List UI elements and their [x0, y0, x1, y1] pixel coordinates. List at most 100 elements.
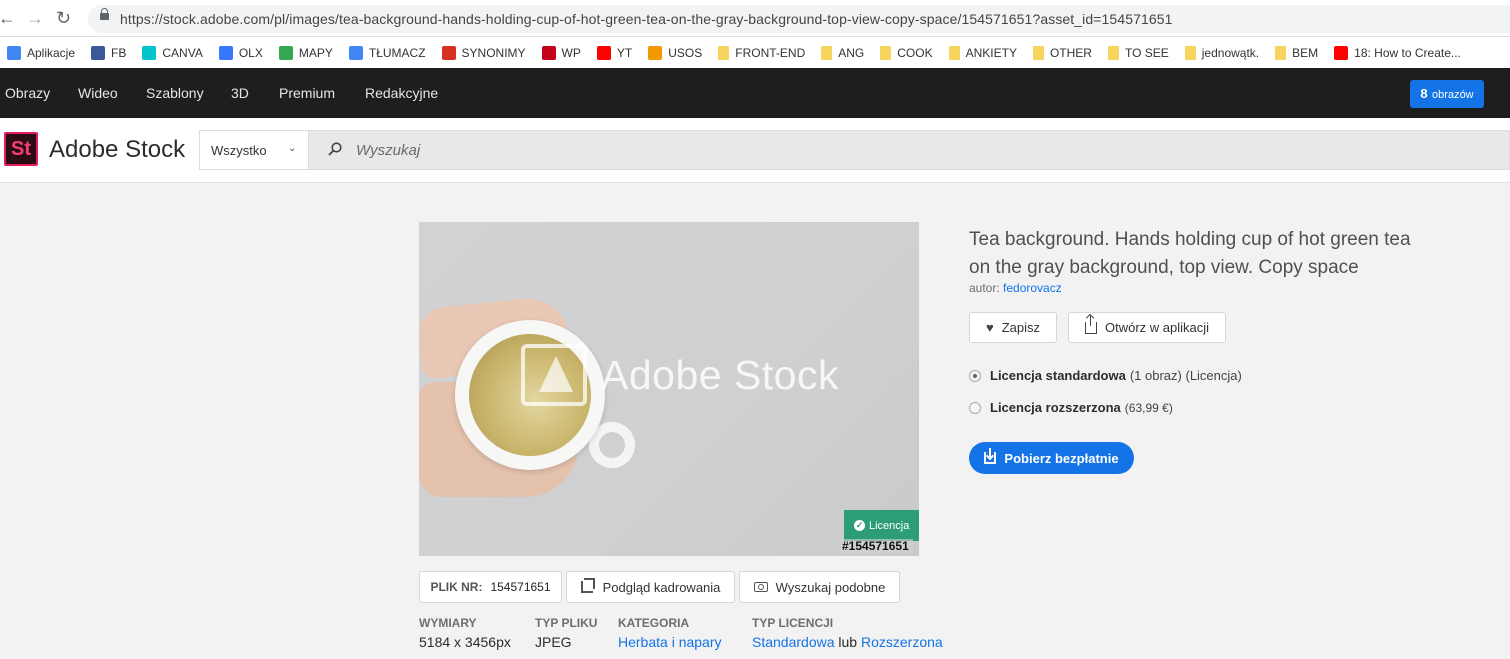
bookmark-item[interactable]: COOK — [873, 37, 941, 68]
bookmark-item[interactable]: BEM — [1268, 37, 1327, 68]
address-bar[interactable]: https://stock.adobe.com/pl/images/tea-ba… — [88, 5, 1510, 33]
olx-icon — [218, 45, 233, 60]
bookmark-item[interactable]: FRONT-END — [711, 37, 814, 68]
radio-button[interactable] — [969, 369, 981, 382]
bookmarks-bar: Aplikacje FB CANVA OLX MAPY TŁUMACZ SYNONIMY WP… — [0, 37, 1510, 68]
license-name: Licencja rozszerzona — [990, 400, 1121, 415]
save-button[interactable]: ♥ Zapisz — [969, 312, 1057, 343]
category-heading: KATEGORIA — [618, 616, 690, 630]
extended-license-link[interactable]: Rozszerzona — [861, 634, 943, 650]
bookmark-item[interactable]: CANVA — [135, 37, 211, 68]
back-arrow-icon[interactable]: ← — [0, 9, 16, 27]
bookmark-label: WP — [561, 45, 581, 60]
camera-icon — [753, 582, 768, 592]
share-icon — [1084, 315, 1097, 334]
file-type-value: JPEG — [535, 634, 572, 650]
bookmark-item[interactable]: SYNONIMY — [435, 37, 535, 68]
chevron-down-icon: ⌄ — [288, 143, 297, 154]
license-option-extended[interactable]: Licencja rozszerzona (63,99 €) — [969, 400, 1173, 415]
bookmark-item[interactable]: jednowątk. — [1178, 37, 1268, 68]
nav-item-premium[interactable]: Premium — [279, 85, 335, 101]
watermark-text: Adobe Stock — [601, 351, 839, 398]
cart-button[interactable]: 8 obrazów — [1410, 80, 1484, 108]
crop-preview-label: Podgląd kadrowania — [602, 579, 721, 595]
search-scope-label: Wszystko — [211, 143, 267, 158]
bookmark-label: USOS — [668, 45, 703, 60]
license-badge-label: Licencja — [869, 519, 910, 532]
folder-icon — [880, 45, 892, 60]
bookmark-item[interactable]: OTHER — [1026, 37, 1101, 68]
dimensions-heading: WYMIARY — [419, 616, 477, 630]
folder-icon — [718, 45, 730, 60]
bookmark-item[interactable]: ANKIETY — [942, 37, 1026, 68]
bookmark-label: SYNONIMY — [461, 45, 526, 60]
canva-icon — [142, 45, 157, 60]
reload-icon[interactable]: ↻ — [56, 9, 71, 27]
bookmark-label: CANVA — [162, 45, 203, 60]
dimensions-value: 5184 x 3456px — [419, 634, 511, 650]
bookmark-label: OTHER — [1049, 45, 1092, 60]
file-number-box: PLIK NR: 154571651 — [419, 571, 562, 603]
folder-icon — [1184, 45, 1196, 60]
bookmark-item[interactable]: TO SEE — [1101, 37, 1178, 68]
nav-item-3d[interactable]: 3D — [231, 85, 249, 101]
license-extra: (Licencja) — [1185, 368, 1242, 383]
forward-arrow-icon[interactable]: → — [26, 9, 44, 27]
crop-icon — [580, 578, 595, 593]
file-type-heading: TYP PLIKU — [535, 616, 598, 630]
watermark: Adobe Stock — [521, 344, 839, 406]
asset-id-tag: #154571651 — [840, 539, 913, 553]
author-line: autor: fedorovacz — [969, 281, 1062, 295]
bookmark-item[interactable]: USOS — [641, 37, 711, 68]
wp-icon — [541, 45, 556, 60]
bookmark-label: TO SEE — [1124, 45, 1169, 60]
license-option-standard[interactable]: Licencja standardowa (1 obraz) (Licencja… — [969, 368, 1242, 383]
download-free-button[interactable]: Pobierz bezpłatnie — [969, 442, 1134, 474]
brand-name[interactable]: Adobe Stock — [49, 136, 185, 164]
youtube-icon — [596, 45, 611, 60]
heart-icon: ♥ — [985, 320, 994, 335]
bookmark-item[interactable]: OLX — [212, 37, 272, 68]
search-scope-select[interactable]: Wszystko ⌄ — [199, 130, 309, 170]
search-input[interactable] — [348, 131, 1498, 169]
download-label: Pobierz bezpłatnie — [1004, 450, 1119, 466]
lock-icon — [100, 8, 109, 20]
standard-license-link[interactable]: Standardowa — [752, 634, 835, 650]
youtube-icon — [1334, 45, 1349, 60]
open-in-app-button[interactable]: Otwórz w aplikacji — [1068, 312, 1226, 343]
bookmark-label: OLX — [238, 45, 263, 60]
crop-preview-button[interactable]: Podgląd kadrowania — [566, 571, 735, 603]
folder-icon — [821, 45, 833, 60]
bookmark-item[interactable]: TŁUMACZ — [342, 37, 435, 68]
bookmark-label: COOK — [897, 45, 933, 60]
folder-icon — [948, 45, 960, 60]
author-label: autor: — [969, 281, 1000, 295]
category-link[interactable]: Herbata i napary — [618, 634, 722, 650]
bookmark-item[interactable]: MAPY — [272, 37, 342, 68]
nav-item-szablony[interactable]: Szablony — [146, 85, 204, 101]
adobe-logo-icon — [521, 344, 587, 406]
open-in-app-label: Otwórz w aplikacji — [1104, 320, 1210, 335]
bookmark-item[interactable]: FB — [84, 37, 135, 68]
license-type-heading: TYP LICENCJI — [752, 616, 834, 630]
nav-item-obrazy[interactable]: Obrazy — [5, 85, 50, 101]
usos-icon — [648, 45, 663, 60]
url-text: https://stock.adobe.com/pl/images/tea-ba… — [120, 11, 1173, 27]
bookmark-item[interactable]: YT — [590, 37, 641, 68]
nav-item-wideo[interactable]: Wideo — [78, 85, 118, 101]
find-similar-button[interactable]: Wyszukaj podobne — [739, 571, 900, 603]
bookmark-label: FRONT-END — [735, 45, 806, 60]
maps-icon — [278, 45, 293, 60]
bookmark-item[interactable]: ANG — [814, 37, 873, 68]
bookmark-item[interactable]: WP — [535, 37, 590, 68]
radio-button[interactable] — [969, 401, 981, 414]
bookmark-item[interactable]: 18: How to Create... — [1327, 37, 1470, 68]
image-preview[interactable]: Adobe Stock ✓ Licencja #154571651 — [419, 222, 919, 556]
bookmark-label: ANG — [838, 45, 865, 60]
folder-icon — [1275, 45, 1287, 60]
nav-item-redakcyjne[interactable]: Redakcyjne — [365, 85, 438, 101]
bookmark-item[interactable]: Aplikacje — [0, 37, 84, 68]
adobe-stock-logo[interactable]: St — [4, 132, 38, 166]
author-link[interactable]: fedorovacz — [1003, 281, 1062, 295]
browser-toolbar: ← → ↻ https://stock.adobe.com/pl/images/… — [0, 0, 1510, 37]
